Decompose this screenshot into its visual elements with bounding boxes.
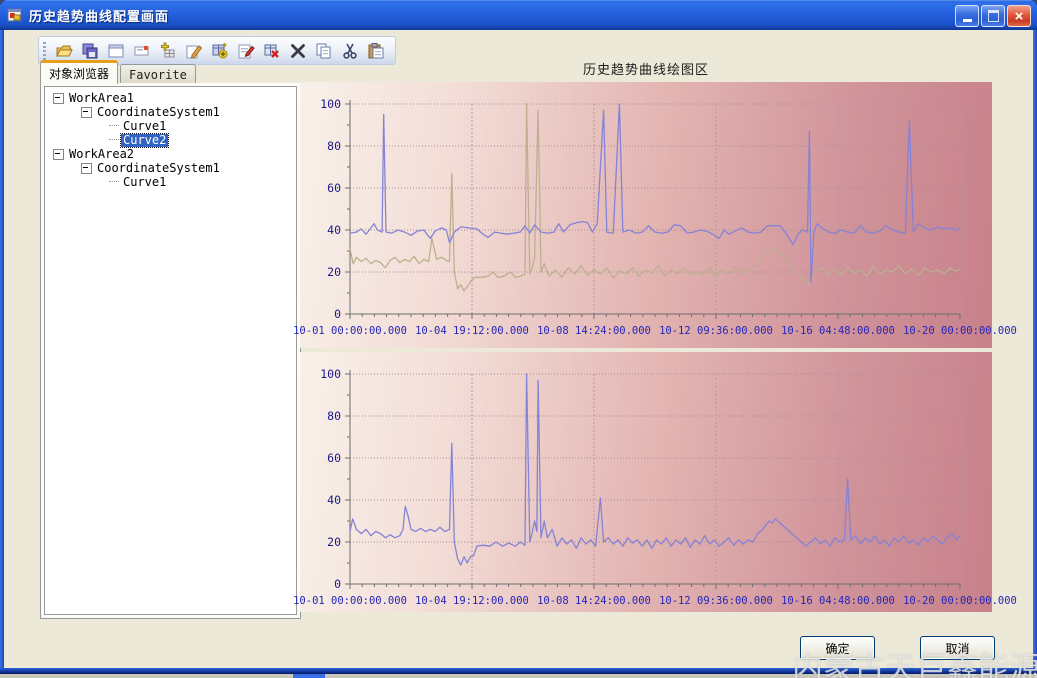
tree-node-label[interactable]: Curve2 <box>121 134 168 147</box>
x-axis-tick-label: 10-04 19:12:00.000 <box>415 325 529 337</box>
delete-table-icon <box>263 42 281 60</box>
save-all-icon <box>81 42 99 60</box>
sidebar-tabs: 对象浏览器 Favorite <box>40 61 196 84</box>
chart-canvas: 02040608010010-01 00:00:00.00010-04 19:1… <box>300 352 992 612</box>
x-axis-tick-label: 10-08 14:24:00.000 <box>537 595 651 607</box>
tree-node-coordinatesystem1[interactable]: CoordinateSystem1 <box>45 105 296 119</box>
copy-icon <box>315 42 333 60</box>
tree-connector <box>109 181 119 183</box>
minimize-icon <box>963 19 972 22</box>
open-button[interactable] <box>53 40 75 62</box>
object-browser-panel: WorkArea1CoordinateSystem1Curve1Curve2Wo… <box>40 83 301 619</box>
y-axis-tick-label: 60 <box>327 181 341 195</box>
watermark-text: 内蒙古天巨鑫能源 <box>792 643 1037 678</box>
edit-pencil-icon <box>185 42 203 60</box>
x-axis-tick-label: 10-16 04:48:00.000 <box>781 595 895 607</box>
tree-node-label[interactable]: Curve1 <box>121 120 168 133</box>
edit-button[interactable] <box>183 40 205 62</box>
y-axis-tick-label: 80 <box>327 139 341 153</box>
y-axis-tick-label: 40 <box>327 223 341 237</box>
y-axis-tick-label: 60 <box>327 451 341 465</box>
object-tree: WorkArea1CoordinateSystem1Curve1Curve2Wo… <box>44 86 297 615</box>
x-axis-tick-label: 10-12 09:36:00.000 <box>659 325 773 337</box>
app-window: 历史趋势曲线配置画面 × 对象浏览器 <box>0 0 1037 674</box>
x-axis-tick-label: 10-04 19:12:00.000 <box>415 595 529 607</box>
x-axis-tick-label: 10-01 00:00:00.000 <box>293 325 407 337</box>
series-line-Curve2-tan <box>350 104 960 291</box>
new-window-icon <box>107 42 125 60</box>
tree-node-workarea2[interactable]: WorkArea2 <box>45 147 296 161</box>
save-all-button[interactable] <box>79 40 101 62</box>
tab-object-browser[interactable]: 对象浏览器 <box>40 60 118 84</box>
x-axis-tick-label: 10-01 00:00:00.000 <box>293 595 407 607</box>
textbox-icon <box>133 42 151 60</box>
cut-scissors-icon <box>341 42 359 60</box>
tree-node-coordinatesystem1[interactable]: CoordinateSystem1 <box>45 161 296 175</box>
maximize-button[interactable] <box>981 5 1005 27</box>
y-axis-tick-label: 100 <box>320 97 341 111</box>
window-border-right <box>1033 30 1037 668</box>
tree-connector <box>109 125 119 127</box>
chart-canvas: 02040608010010-01 00:00:00.00010-04 19:1… <box>300 82 992 348</box>
y-axis-tick-label: 100 <box>320 367 341 381</box>
tree-node-label[interactable]: WorkArea2 <box>67 148 136 161</box>
window-border-left <box>0 30 4 668</box>
y-axis-tick-label: 80 <box>327 409 341 423</box>
x-axis-tick-label: 10-20 00:00:00.000 <box>903 325 1017 337</box>
minimize-button[interactable] <box>955 5 979 27</box>
y-axis-tick-label: 40 <box>327 493 341 507</box>
window-controls: × <box>955 5 1031 27</box>
y-axis-tick-label: 20 <box>327 535 341 549</box>
toolbar-grip[interactable] <box>43 42 46 60</box>
tree-node-label[interactable]: Curve1 <box>121 176 168 189</box>
title-bar[interactable]: 历史趋势曲线配置画面 × <box>0 0 1037 30</box>
series-line-Curve1-purple <box>350 374 960 565</box>
y-axis-tick-label: 20 <box>327 265 341 279</box>
maximize-icon <box>988 10 999 22</box>
tree-node-label[interactable]: CoordinateSystem1 <box>95 106 222 119</box>
x-axis-tick-label: 10-12 09:36:00.000 <box>659 595 773 607</box>
x-axis-tick-label: 10-20 00:00:00.000 <box>903 595 1017 607</box>
tree-node-curve1[interactable]: Curve1 <box>45 175 296 189</box>
close-button[interactable]: × <box>1007 5 1031 27</box>
add-item-button[interactable] <box>157 40 179 62</box>
add-table-icon <box>211 42 229 60</box>
y-axis-tick-label: 0 <box>334 307 341 321</box>
collapse-toggle-icon[interactable] <box>81 107 92 118</box>
screenshot-page: 历史趋势曲线配置画面 × 对象浏览器 <box>0 0 1037 678</box>
close-icon: × <box>1015 9 1024 24</box>
tree-node-workarea1[interactable]: WorkArea1 <box>45 91 296 105</box>
taskbar-item[interactable] <box>293 674 325 678</box>
add-table-button[interactable] <box>209 40 231 62</box>
collapse-toggle-icon[interactable] <box>53 93 64 104</box>
window-title: 历史趋势曲线配置画面 <box>29 6 169 25</box>
top-trend-chart: 02040608010010-01 00:00:00.00010-04 19:1… <box>300 82 992 348</box>
open-folder-icon <box>55 42 73 60</box>
x-axis-tick-label: 10-16 04:48:00.000 <box>781 325 895 337</box>
tree-node-curve1[interactable]: Curve1 <box>45 119 296 133</box>
chart-area-title: 历史趋势曲线绘图区 <box>300 59 992 78</box>
edit-document-icon <box>237 42 255 60</box>
y-axis-tick-label: 0 <box>334 577 341 591</box>
tree-node-label[interactable]: CoordinateSystem1 <box>95 162 222 175</box>
paste-icon <box>367 42 385 60</box>
new-button[interactable] <box>105 40 127 62</box>
collapse-toggle-icon[interactable] <box>81 163 92 174</box>
add-item-icon <box>159 42 177 60</box>
bottom-trend-chart: 02040608010010-01 00:00:00.00010-04 19:1… <box>300 352 992 612</box>
delete-x-icon <box>289 42 307 60</box>
app-icon <box>7 7 24 23</box>
collapse-toggle-icon[interactable] <box>53 149 64 160</box>
tree-node-curve2[interactable]: Curve2 <box>45 133 296 147</box>
tab-favorite[interactable]: Favorite <box>120 64 196 84</box>
rename-button[interactable] <box>131 40 153 62</box>
x-axis-tick-label: 10-08 14:24:00.000 <box>537 325 651 337</box>
tree-connector <box>109 139 119 141</box>
edit-document-button[interactable] <box>235 40 257 62</box>
tree-node-label[interactable]: WorkArea1 <box>67 92 136 105</box>
series-line-Curve1-purple <box>350 104 960 283</box>
delete-table-button[interactable] <box>261 40 283 62</box>
